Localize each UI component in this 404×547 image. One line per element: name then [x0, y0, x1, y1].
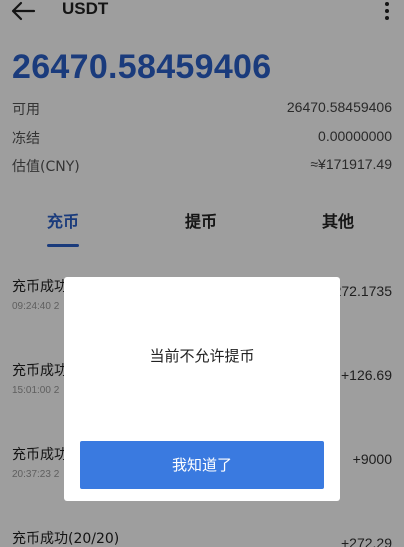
dialog-message: 当前不允许提币 [149, 347, 255, 365]
alert-dialog: 当前不允许提币 我知道了 [64, 277, 340, 501]
confirm-button[interactable]: 我知道了 [80, 441, 324, 489]
